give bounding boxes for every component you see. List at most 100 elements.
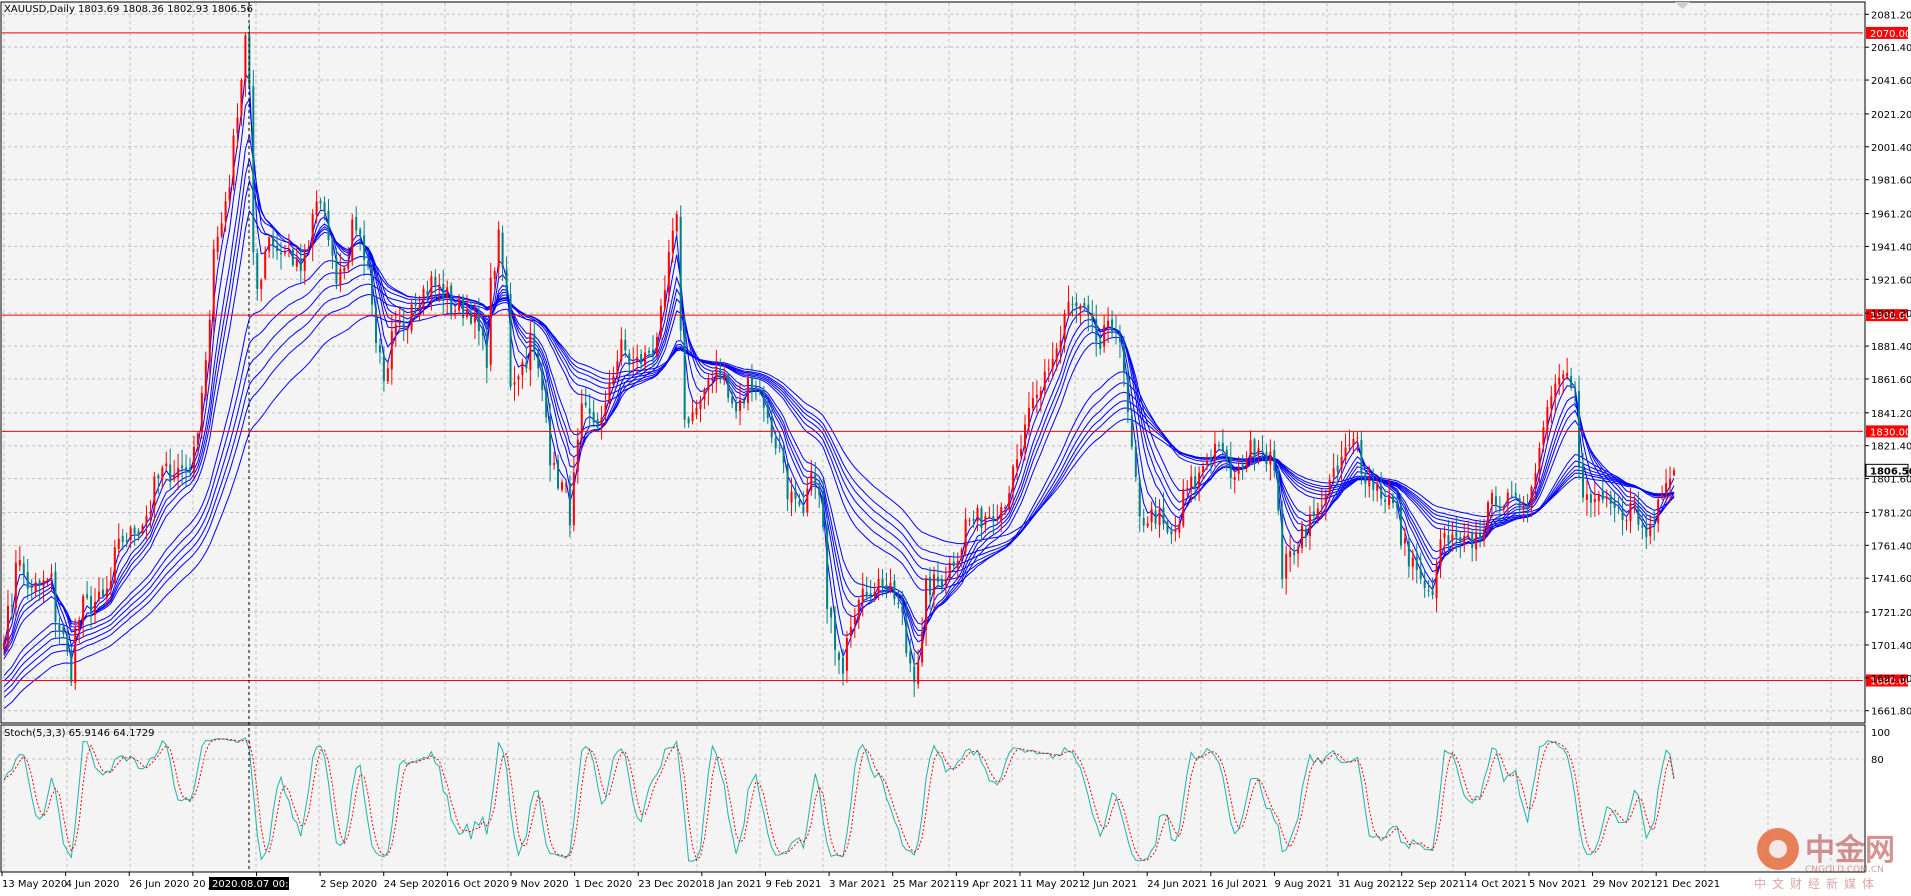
candle-body [1384,499,1387,502]
candle-body [287,248,290,251]
candle-body [845,638,848,671]
candle-body [1546,406,1549,431]
candle [351,214,354,266]
time-tick-label: 26 Jun 2020 [129,879,189,890]
candle-body [311,213,314,247]
candle-body [1435,564,1438,599]
candle-body [929,576,932,595]
candle-body [1020,448,1023,457]
candle-body [652,349,655,356]
candle-body [185,467,188,470]
candle-body [1506,492,1509,506]
candle-body [382,355,385,381]
candle-body [1637,505,1640,525]
candle-body [1368,478,1371,487]
candle-body [782,450,785,463]
candle-body [1665,483,1668,495]
candle-body [335,257,338,284]
price-tick-label: 2061.40 [1871,43,1911,54]
candle-body [897,602,900,605]
time-tick-label: 24 Jun 2021 [1147,879,1207,890]
candle-body [1589,494,1592,503]
time-tick-label: 13 May 2020 [2,879,67,890]
price-tick-label: 1821.40 [1871,442,1911,453]
candle-body [762,390,765,408]
level-tag-text: 2070.00 [1870,29,1911,40]
candle-body [537,350,540,369]
chart-root[interactable]: 2070.00 1900.00 1830.00 1680.00 2081.20 2061… [0,0,1911,896]
candle-body [374,307,377,343]
candle-body [1206,460,1209,464]
candle-body [604,403,607,417]
candle [1578,375,1581,480]
candle-body [1558,377,1561,385]
candle-body [513,382,516,385]
candle-body [1641,525,1644,528]
candle-body [1209,458,1212,460]
candle-body [1213,443,1216,461]
candle-body [402,322,405,328]
candle-body [458,299,461,311]
candle-body [1510,495,1513,497]
candle-body [865,591,868,597]
candle-body [743,400,746,404]
candle-body [1669,478,1672,487]
candle-body [806,488,809,513]
candle-body [719,369,722,380]
candle-body [628,353,631,366]
candle [826,515,829,624]
candle-body [1039,390,1042,398]
candle-body [34,582,37,592]
candle-body [640,353,643,365]
candle-body [157,475,160,479]
time-tick-label: 9 Feb 2021 [765,879,821,890]
candle-body [1395,503,1398,508]
candle-body [359,229,362,235]
candle-body [121,536,124,543]
time-tick-label: 25 Mar 2021 [893,879,956,890]
candle-body [964,519,967,552]
candle-body [521,362,524,376]
candle-body [616,361,619,376]
time-tick-label: 24 Sep 2020 [384,879,447,890]
candle-body [944,579,947,586]
candle-body [212,248,215,322]
candle-body [42,580,45,587]
candle-body [1099,340,1102,349]
candle-body [600,417,603,426]
price-chart[interactable]: 2070.001900.001830.001680.00 2081.202061… [0,0,1911,896]
candle-body [810,472,813,491]
candle [232,128,235,191]
candle-body [1629,502,1632,521]
candle-body [1233,476,1236,480]
candle-body [1352,439,1355,446]
candle-body [434,276,437,286]
candle-body [1518,498,1521,507]
candle-body [1649,525,1652,537]
candle-body [125,539,128,542]
candle-body [853,617,856,625]
candle-body [889,582,892,591]
candle-body [188,467,191,473]
candle-body [687,417,690,424]
candle [509,282,512,391]
candle-body [881,578,884,587]
candle [291,247,294,267]
candle [489,262,492,372]
candle-body [1170,530,1173,535]
candle-body [834,615,837,650]
time-tick-label: 2 Sep 2020 [320,879,377,890]
candle-body [632,362,635,364]
candle-body [715,366,718,381]
candle-body [576,439,579,472]
price-tick-label: 1961.20 [1871,210,1911,221]
candle-body [1154,510,1157,524]
candle-body [1407,541,1410,567]
candle-body [1673,470,1675,476]
candle-body [778,447,781,449]
candle-body [1657,499,1660,524]
candle-body [216,236,219,253]
candle-body [315,201,318,216]
candle-body [1043,371,1046,391]
price-tick-label: 2021.20 [1871,110,1911,121]
